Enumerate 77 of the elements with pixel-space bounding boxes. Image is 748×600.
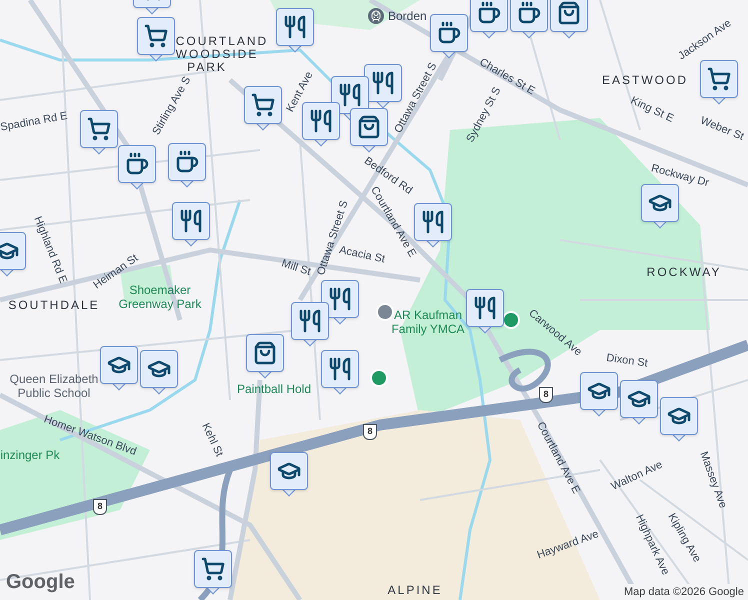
- shopping-map-pin[interactable]: [350, 108, 388, 154]
- cafe-map-pin[interactable]: [430, 14, 468, 60]
- fork-knife-icon: [473, 296, 497, 320]
- street-label: Acacia St: [338, 243, 386, 268]
- fork-knife-icon: [283, 15, 307, 39]
- fork-knife-icon: [421, 210, 445, 234]
- place-label: Queen Elizabeth Public School: [8, 372, 100, 400]
- school-map-pin[interactable]: [580, 372, 618, 418]
- street-label: King St E: [628, 94, 676, 127]
- park-label: AR Kaufman Family YMCA: [390, 308, 466, 336]
- neighborhood-label: ROCKWAY: [646, 264, 722, 281]
- highway-shield: 8: [363, 424, 377, 440]
- cafe-map-pin[interactable]: [470, 0, 508, 40]
- school-map-pin[interactable]: [140, 350, 178, 396]
- cafe-map-pin[interactable]: [510, 0, 548, 40]
- restaurant-map-pin[interactable]: [414, 203, 452, 249]
- restaurant-map-pin[interactable]: [291, 302, 329, 348]
- bag-icon: [253, 341, 277, 365]
- restaurant-map-pin[interactable]: [321, 280, 359, 326]
- school-map-pin[interactable]: [620, 380, 658, 426]
- cart-icon: [87, 117, 111, 141]
- fork-knife-icon: [309, 109, 333, 133]
- fork-knife-icon: [328, 357, 352, 381]
- cup-icon: [175, 150, 199, 174]
- restaurant-map-pin[interactable]: [172, 202, 210, 248]
- grocery-map-pin[interactable]: [137, 17, 175, 63]
- park-label: inzinger Pk: [0, 448, 61, 462]
- school-map-pin[interactable]: [660, 397, 698, 443]
- street-label: Spadina Rd E: [0, 108, 69, 136]
- restaurant-map-pin[interactable]: [321, 350, 359, 396]
- school-map-pin[interactable]: [270, 452, 308, 498]
- bag-icon: [557, 1, 581, 25]
- street-label: Kent Ave: [283, 68, 316, 116]
- shopping-map-pin[interactable]: [550, 0, 588, 40]
- cart-icon: [251, 93, 275, 117]
- street-label: Massey Ave: [696, 449, 730, 511]
- street-label: Weber St: [698, 114, 746, 145]
- park-marker-icon: [370, 369, 388, 387]
- school-marker-icon: [376, 303, 394, 321]
- fork-knife-icon: [338, 83, 362, 107]
- street-label: Dixon St: [605, 350, 649, 372]
- fork-knife-icon: [328, 287, 352, 311]
- grocery-map-pin[interactable]: [700, 60, 738, 106]
- grocery-map-pin[interactable]: [244, 86, 282, 132]
- school-map-pin[interactable]: [100, 346, 138, 392]
- cart-icon: [707, 67, 731, 91]
- restaurant-map-pin[interactable]: [466, 289, 504, 335]
- cafe-map-pin[interactable]: [168, 143, 206, 189]
- highway-shield: 8: [539, 387, 553, 403]
- cup-icon: [125, 152, 149, 176]
- station-label: Borden: [388, 8, 427, 25]
- park-label: Shoemaker Greenway Park: [118, 283, 202, 311]
- cup-icon: [437, 21, 461, 45]
- neighborhood-label: EASTWOOD: [602, 72, 688, 89]
- restaurant-map-pin[interactable]: [276, 8, 314, 54]
- school-map-pin[interactable]: [641, 184, 679, 230]
- neighborhood-label: ALPINE: [388, 582, 442, 599]
- cup-icon: [477, 1, 501, 25]
- street-label: Kehl St: [198, 420, 226, 460]
- cart-icon: [144, 24, 168, 48]
- fork-knife-icon: [298, 309, 322, 333]
- grocery-map-pin[interactable]: [80, 110, 118, 156]
- fork-knife-icon: [371, 71, 395, 95]
- park-label: Paintball Hold: [236, 382, 312, 396]
- fork-knife-icon: [179, 209, 203, 233]
- restaurant-map-pin[interactable]: [302, 102, 340, 148]
- bag-icon: [357, 115, 381, 139]
- cart-icon: [201, 557, 225, 581]
- cafe-map-pin[interactable]: [118, 145, 156, 191]
- highway-shield: 8: [93, 499, 107, 515]
- grocery-map-pin[interactable]: [194, 550, 232, 596]
- shopping-map-pin[interactable]: [246, 334, 284, 380]
- google-logo: Google: [6, 570, 75, 595]
- street-label: Mill St: [279, 256, 313, 280]
- neighborhood-label: SOUTHDALE: [8, 297, 100, 314]
- cup-icon: [517, 1, 541, 25]
- street-label: Walton Ave: [608, 458, 666, 495]
